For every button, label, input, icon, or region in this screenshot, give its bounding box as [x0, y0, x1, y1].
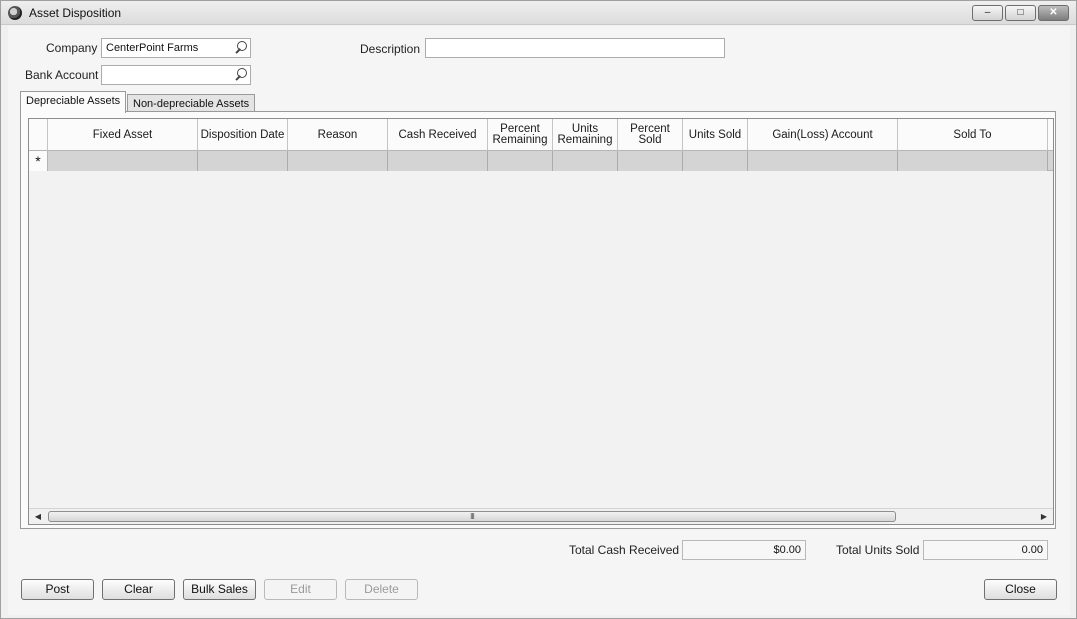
new-row-marker: * — [29, 151, 48, 171]
new-row-disposition-date-cell[interactable] — [198, 151, 288, 171]
column-header-gain-loss-account[interactable]: Gain(Loss) Account — [748, 119, 898, 151]
maximize-button[interactable]: □ — [1005, 5, 1036, 21]
row-header-corner — [29, 119, 48, 151]
clear-button[interactable]: Clear — [102, 579, 175, 600]
new-row-cash-received-cell[interactable] — [388, 151, 488, 171]
post-button[interactable]: Post — [21, 579, 94, 600]
scroll-right-icon[interactable]: ▶ — [1037, 511, 1051, 523]
new-row-units-remaining-cell[interactable] — [553, 151, 618, 171]
column-header-disposition-date[interactable]: Disposition Date — [198, 119, 288, 151]
description-field[interactable] — [425, 38, 725, 58]
scroll-thumb[interactable]: III — [48, 511, 896, 522]
bulk-sales-button[interactable]: Bulk Sales — [183, 579, 256, 600]
total-units-sold-label: Total Units Sold — [836, 543, 920, 557]
column-header-reason[interactable]: Reason — [288, 119, 388, 151]
company-label: Company — [46, 41, 98, 55]
column-header-fixed-asset[interactable]: Fixed Asset — [48, 119, 198, 151]
column-header-percent-remaining[interactable]: Percent Remaining — [488, 119, 553, 151]
total-units-sold-value: 0.00 — [923, 540, 1048, 560]
new-row-percent-sold-cell[interactable] — [618, 151, 683, 171]
column-header-units-remaining[interactable]: Units Remaining — [553, 119, 618, 151]
close-button[interactable]: Close — [984, 579, 1057, 600]
column-header-cash-received[interactable]: Cash Received — [388, 119, 488, 151]
assets-grid[interactable]: Fixed Asset Disposition Date Reason Cash… — [28, 118, 1054, 525]
new-row[interactable]: * — [29, 151, 1053, 171]
tab-depreciable-assets[interactable]: Depreciable Assets — [20, 91, 127, 113]
grid-header: Fixed Asset Disposition Date Reason Cash… — [29, 119, 1053, 151]
app-icon — [8, 6, 22, 20]
company-value: CenterPoint Farms — [106, 42, 199, 54]
new-row-reason-cell[interactable] — [288, 151, 388, 171]
title-bar: Asset Disposition – □ ✕ — [1, 1, 1076, 25]
new-row-percent-remaining-cell[interactable] — [488, 151, 553, 171]
tab-panel: Fixed Asset Disposition Date Reason Cash… — [20, 111, 1056, 529]
total-cash-received-label: Total Cash Received — [569, 543, 680, 557]
delete-button[interactable]: Delete — [345, 579, 418, 600]
bank-account-label: Bank Account — [25, 68, 99, 82]
close-window-button[interactable]: ✕ — [1038, 5, 1069, 21]
column-header-sold-to[interactable]: Sold To — [898, 119, 1048, 151]
minimize-button[interactable]: – — [972, 5, 1003, 21]
scroll-left-icon[interactable]: ◀ — [31, 511, 45, 523]
search-icon[interactable] — [234, 41, 247, 55]
form-content: Company CenterPoint Farms Bank Account D… — [8, 26, 1070, 615]
column-header-percent-sold[interactable]: Percent Sold — [618, 119, 683, 151]
search-icon[interactable] — [234, 68, 247, 82]
description-label: Description — [360, 42, 421, 56]
new-row-sold-to-cell[interactable] — [898, 151, 1048, 171]
bank-account-field[interactable] — [101, 65, 251, 85]
horizontal-scrollbar[interactable]: ◀ III ▶ — [29, 508, 1053, 524]
new-row-units-sold-cell[interactable] — [683, 151, 748, 171]
window-title: Asset Disposition — [29, 6, 122, 20]
new-row-fixed-asset-cell[interactable] — [48, 151, 198, 171]
total-cash-received-value: $0.00 — [682, 540, 806, 560]
column-header-units-sold[interactable]: Units Sold — [683, 119, 748, 151]
company-field[interactable]: CenterPoint Farms — [101, 38, 251, 58]
new-row-gain-loss-account-cell[interactable] — [748, 151, 898, 171]
asset-disposition-window: Asset Disposition – □ ✕ Company CenterPo… — [0, 0, 1077, 619]
edit-button[interactable]: Edit — [264, 579, 337, 600]
